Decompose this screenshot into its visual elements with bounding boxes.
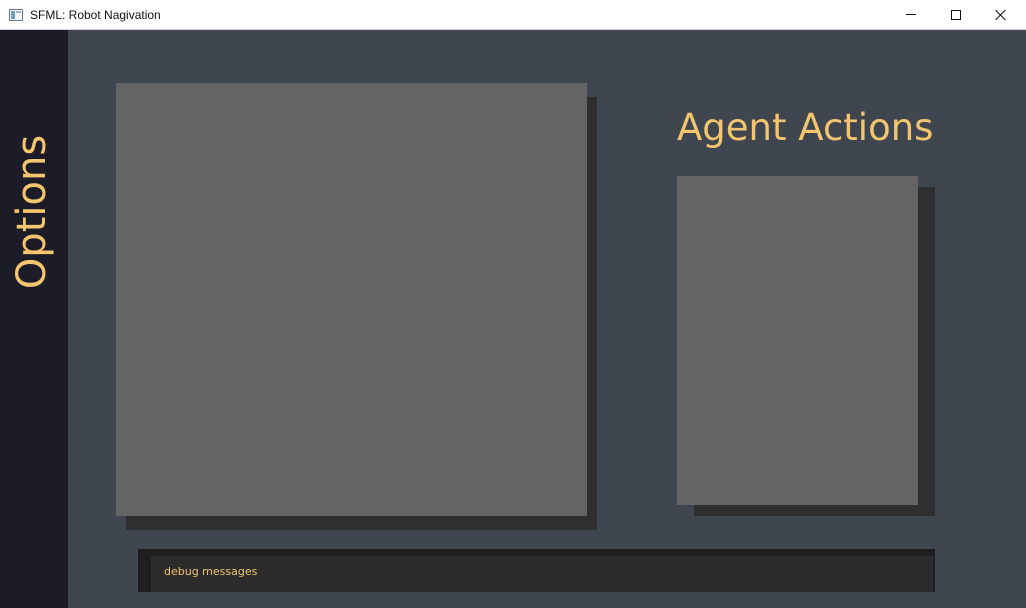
agent-actions-panel[interactable] bbox=[677, 176, 918, 505]
maximize-icon bbox=[951, 10, 961, 20]
app-window-icon bbox=[9, 9, 23, 21]
debug-message-text: debug messages bbox=[164, 565, 258, 578]
close-button[interactable] bbox=[978, 0, 1024, 30]
simulation-panel[interactable] bbox=[116, 83, 587, 516]
minimize-button[interactable] bbox=[888, 0, 934, 30]
options-label[interactable]: Options bbox=[9, 135, 55, 289]
debug-messages-bar: debug messages bbox=[151, 556, 933, 592]
minimize-icon bbox=[906, 14, 916, 15]
agent-actions-title: Agent Actions bbox=[677, 106, 934, 149]
window-title: SFML: Robot Nagivation bbox=[30, 8, 161, 22]
window-titlebar[interactable]: SFML: Robot Nagivation bbox=[0, 0, 1026, 30]
options-sidebar[interactable]: Options bbox=[0, 30, 68, 608]
close-icon bbox=[995, 9, 1007, 21]
maximize-button[interactable] bbox=[933, 0, 979, 30]
